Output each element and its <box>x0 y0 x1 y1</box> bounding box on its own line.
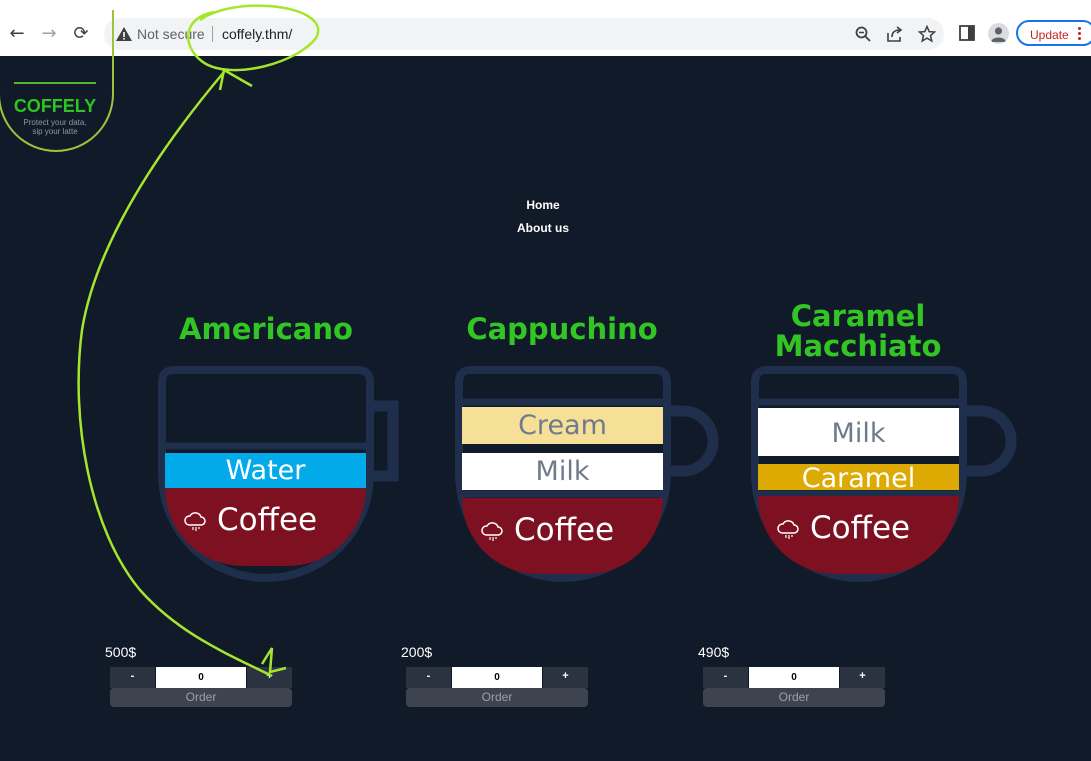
share-icon[interactable] <box>886 25 904 43</box>
increment-button[interactable]: + <box>543 667 588 688</box>
product-title-caramel-macchiato: Caramel Macchiato <box>749 301 967 361</box>
cloud-icon <box>184 512 206 531</box>
nav-about-link[interactable]: About us <box>443 221 643 235</box>
url-text[interactable]: coffely.thm/ <box>222 26 292 42</box>
zoom-icon[interactable] <box>854 25 872 43</box>
product-title-americano: Americano <box>179 312 353 346</box>
order-button-cappuchino[interactable]: Order <box>406 688 588 707</box>
price-americano: 500$ <box>105 644 137 660</box>
quantity-input[interactable] <box>749 667 839 688</box>
bookmark-star-icon[interactable] <box>918 25 936 43</box>
logo-tagline: Protect your data, sip your latte <box>0 118 110 136</box>
coffee-label: Coffee <box>514 512 615 548</box>
title-line-2: Macchiato <box>774 329 942 363</box>
increment-button[interactable]: + <box>840 667 885 688</box>
title-line-1: Caramel <box>790 299 926 333</box>
cloud-icon <box>777 520 799 539</box>
product-title-cappuchino: Cappuchino <box>466 312 658 346</box>
layer-water: Water <box>165 453 366 489</box>
order-button-americano[interactable]: Order <box>110 688 292 707</box>
side-panel-icon[interactable] <box>958 24 976 42</box>
nav-home-link[interactable]: Home <box>443 198 643 212</box>
coffee-label: Coffee <box>217 502 318 538</box>
price-caramel-macchiato: 490$ <box>698 644 730 660</box>
address-bar[interactable]: Not secure coffely.thm/ <box>104 18 944 50</box>
order-button-caramel-macchiato[interactable]: Order <box>703 688 885 707</box>
decrement-button[interactable]: - <box>703 667 748 688</box>
quantity-stepper-caramel-macchiato: - + <box>703 667 885 688</box>
cup-caramel-macchiato: Milk Caramel Coffee <box>751 366 1021 586</box>
layer-milk: Milk <box>462 453 663 490</box>
layer-milk: Milk <box>758 408 959 456</box>
quantity-stepper-americano: - + <box>110 667 292 688</box>
profile-icon[interactable] <box>988 23 1009 44</box>
price-cappuchino: 200$ <box>401 644 433 660</box>
decrement-button[interactable]: - <box>110 667 155 688</box>
security-label[interactable]: Not secure <box>137 26 205 42</box>
quantity-stepper-cappuchino: - + <box>406 667 588 688</box>
increment-button[interactable]: + <box>247 667 292 688</box>
layer-cream: Cream <box>462 407 663 444</box>
decrement-button[interactable]: - <box>406 667 451 688</box>
layer-caramel: Caramel <box>758 464 959 490</box>
cloud-icon <box>481 522 503 541</box>
quantity-input[interactable] <box>156 667 246 688</box>
logo-divider <box>14 82 96 84</box>
cup-americano: Water Coffee <box>158 366 408 586</box>
quantity-input[interactable] <box>452 667 542 688</box>
logo-tagline-line-2: sip your latte <box>32 127 78 136</box>
menu-kebab-icon[interactable] <box>1078 27 1081 42</box>
warning-icon[interactable] <box>115 25 133 43</box>
annotation-arrowhead-top <box>218 68 253 91</box>
coffee-label: Coffee <box>810 510 911 546</box>
cup-cappuchino: Cream Milk Coffee <box>455 366 725 586</box>
site-logo[interactable]: COFFELY Protect your data, sip your latt… <box>0 10 114 152</box>
logo-tagline-line-1: Protect your data, <box>23 118 87 127</box>
divider <box>212 26 213 42</box>
browser-toolbar: ← → ⟳ Not secure coffely.thm/ Update <box>0 0 1091 56</box>
logo-name: COFFELY <box>13 96 97 116</box>
